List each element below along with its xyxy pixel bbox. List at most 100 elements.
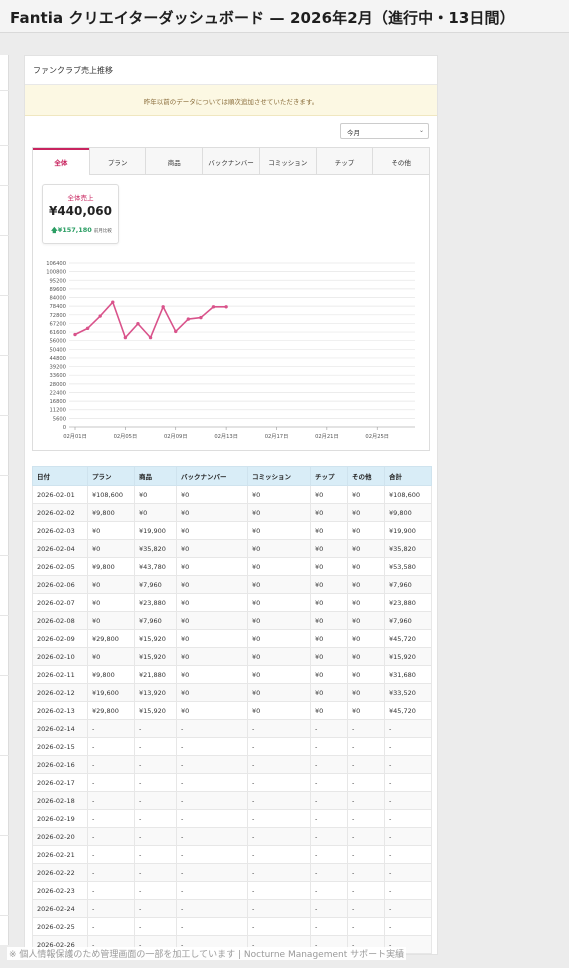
table-cell: - — [134, 755, 177, 774]
tab-1[interactable]: プラン — [88, 148, 146, 174]
table-cell: ¥0 — [247, 539, 311, 558]
table-cell: ¥0 — [347, 521, 385, 540]
table-cell: - — [310, 809, 348, 828]
data-point — [98, 314, 102, 318]
data-point — [174, 329, 178, 334]
kpi-value: ¥440,060 — [48, 204, 112, 218]
table-row: 2026-02-17- - - - - - - — [32, 773, 432, 792]
table-cell: 2026-02-07 — [32, 593, 88, 612]
table-cell: ¥0 — [347, 629, 385, 648]
sidebar-divider — [0, 675, 9, 676]
table-cell: ¥0 — [347, 665, 385, 684]
y-tick-label: 33600 — [49, 373, 66, 379]
total-sales-kpi: 全体売上 ¥440,060 🡅¥157,180 前月比較 — [42, 184, 119, 244]
column-header: バックナンバー — [176, 466, 248, 486]
table-cell: ¥29,800 — [87, 629, 135, 648]
table-row: 2026-02-19- - - - - - - — [32, 809, 432, 828]
y-tick-label: 56000 — [49, 339, 66, 345]
table-cell: - — [134, 917, 177, 936]
table-cell: - — [176, 917, 248, 936]
sidebar-divider — [0, 295, 9, 296]
sidebar-divider — [0, 475, 9, 476]
table-cell: - — [134, 773, 177, 792]
table-cell: - — [384, 791, 432, 810]
data-point — [85, 326, 90, 331]
table-cell: - — [310, 845, 348, 864]
table-cell: - — [310, 881, 348, 900]
table-cell: - — [310, 737, 348, 756]
y-tick-label: 0 — [63, 425, 66, 431]
table-cell: - — [384, 881, 432, 900]
y-tick-label: 84000 — [49, 296, 66, 302]
table-cell: - — [347, 737, 385, 756]
table-cell: - — [347, 845, 385, 864]
table-cell: - — [384, 755, 432, 774]
table-cell: ¥0 — [247, 665, 311, 684]
table-cell: - — [384, 863, 432, 882]
tab-2[interactable]: 商品 — [145, 148, 203, 174]
sidebar-divider — [0, 755, 9, 756]
table-cell: - — [176, 791, 248, 810]
table-cell: ¥0 — [310, 593, 348, 612]
table-cell: - — [247, 863, 311, 882]
table-cell: 2026-02-06 — [32, 575, 88, 594]
table-cell: - — [134, 827, 177, 846]
table-cell: 2026-02-13 — [32, 701, 88, 720]
table-cell: - — [87, 917, 135, 936]
table-cell: - — [176, 899, 248, 918]
table-cell: - — [384, 845, 432, 864]
table-row: 2026-02-22- - - - - - - — [32, 863, 432, 882]
table-row: 2026-02-05 ¥9,800 ¥43,780 ¥0 ¥0 ¥0 ¥0 ¥53,580 — [32, 557, 432, 576]
table-cell: - — [87, 881, 135, 900]
table-cell: ¥45,720 — [384, 701, 432, 720]
fanclub-sales-card: ファンクラブ売上推移 昨年以前のデータについては順次追加させていただきます。 今… — [24, 55, 438, 955]
table-cell: ¥0 — [247, 701, 311, 720]
period-select[interactable]: 今月 ⌄ — [340, 123, 429, 139]
tab-0[interactable]: 全体 — [33, 148, 89, 175]
tab-6[interactable]: その他 — [372, 148, 430, 174]
table-cell: ¥0 — [310, 629, 348, 648]
table-cell: - — [347, 719, 385, 738]
table-cell: - — [176, 773, 248, 792]
table-cell: ¥7,960 — [384, 575, 432, 594]
sidebar-divider — [0, 555, 9, 556]
x-tick-label: 02月01日 — [63, 433, 87, 440]
table-cell: 2026-02-03 — [32, 521, 88, 540]
tab-5[interactable]: チップ — [315, 148, 373, 174]
table-cell: - — [87, 827, 135, 846]
tab-4[interactable]: コミッション — [258, 148, 316, 174]
table-cell: - — [247, 827, 311, 846]
table-cell: - — [310, 917, 348, 936]
title-bar: Fantia クリエイターダッシュボード — 2026年2月（進行中・13日間） — [0, 0, 569, 33]
table-cell: ¥9,800 — [87, 503, 135, 522]
table-cell: - — [134, 737, 177, 756]
table-cell: - — [134, 863, 177, 882]
table-cell: - — [176, 755, 248, 774]
table-cell: - — [310, 719, 348, 738]
y-tick-label: 72800 — [49, 313, 66, 319]
table-cell: ¥7,960 — [134, 611, 177, 630]
column-header: 合計 — [384, 466, 432, 486]
table-row: 2026-02-04 ¥0 ¥35,820 ¥0 ¥0 ¥0 ¥0 ¥35,820 — [32, 539, 432, 558]
kpi-diff-value: ¥157,180 — [57, 226, 92, 234]
table-cell: ¥0 — [176, 503, 248, 522]
table-cell: 2026-02-12 — [32, 683, 88, 702]
y-tick-label: 28000 — [49, 382, 66, 388]
table-cell: ¥0 — [347, 701, 385, 720]
table-cell: - — [87, 845, 135, 864]
table-cell: - — [87, 755, 135, 774]
column-header: 商品 — [134, 466, 177, 486]
x-tick-label: 02月21日 — [315, 433, 339, 440]
table-cell: - — [176, 845, 248, 864]
table-cell: - — [247, 737, 311, 756]
table-cell: - — [176, 809, 248, 828]
table-cell: ¥0 — [310, 503, 348, 522]
table-cell: ¥9,800 — [87, 665, 135, 684]
category-tabs: 全体 プラン 商品 バックナンバー コミッション チップ その他 — [33, 148, 430, 175]
table-row: 2026-02-13 ¥29,800 ¥15,920 ¥0 ¥0 ¥0 ¥0 ¥45,720 — [32, 701, 432, 720]
table-cell: - — [384, 809, 432, 828]
tab-3[interactable]: バックナンバー — [202, 148, 259, 174]
table-row: 2026-02-11 ¥9,800 ¥21,880 ¥0 ¥0 ¥0 ¥0 ¥31,680 — [32, 665, 432, 684]
table-cell: - — [134, 845, 177, 864]
table-cell: ¥0 — [247, 485, 311, 504]
